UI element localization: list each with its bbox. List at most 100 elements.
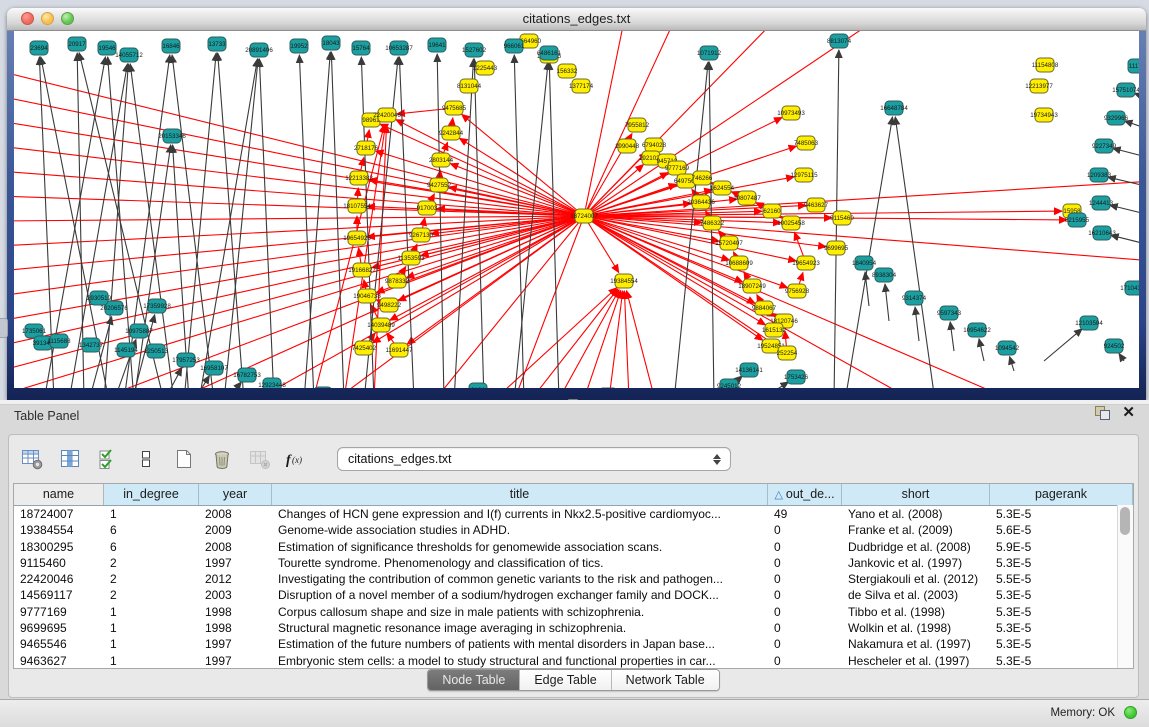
- network-node[interactable]: 9134: [469, 383, 487, 388]
- network-node[interactable]: 12103504: [1075, 316, 1103, 330]
- table-cell[interactable]: 2012: [199, 571, 272, 587]
- network-node[interactable]: 1840954: [852, 256, 877, 270]
- table-mode-icon[interactable]: [19, 446, 45, 472]
- close-panel-button[interactable]: ✕: [1122, 406, 1135, 420]
- network-node[interactable]: 18043: [322, 36, 340, 50]
- table-cell[interactable]: 9699695: [14, 620, 104, 636]
- table-cell[interactable]: Estimation of significance thresholds fo…: [272, 539, 768, 555]
- table-cell[interactable]: 2: [104, 587, 199, 603]
- window-titlebar[interactable]: citations_edges.txt: [7, 8, 1146, 31]
- table-cell[interactable]: Estimation of the future numbers of pati…: [272, 636, 768, 652]
- network-node[interactable]: 14055712: [115, 48, 143, 62]
- column-header-pagerank[interactable]: pagerank: [990, 484, 1133, 505]
- table-cell[interactable]: 2003: [199, 587, 272, 603]
- network-node[interactable]: 19166827: [348, 263, 376, 277]
- table-cell[interactable]: 6: [104, 522, 199, 538]
- edge-red[interactable]: [627, 291, 654, 388]
- table-cell[interactable]: 2: [104, 555, 199, 571]
- network-node[interactable]: 12923448: [258, 378, 286, 388]
- table-cell[interactable]: 5.3E-5: [990, 506, 1133, 522]
- table-cell[interactable]: 2008: [199, 506, 272, 522]
- table-cell[interactable]: 2009: [199, 522, 272, 538]
- show-column-icon[interactable]: [57, 446, 83, 472]
- edge-black[interactable]: [259, 59, 274, 388]
- table-cell[interactable]: Embryonic stem cells: a model to study s…: [272, 653, 768, 669]
- delete-column-icon[interactable]: [209, 446, 235, 472]
- network-node[interactable]: 62160: [763, 204, 781, 218]
- network-node[interactable]: 252254: [777, 346, 798, 360]
- table-cell[interactable]: 2008: [199, 539, 272, 555]
- network-node[interactable]: 1990448: [615, 139, 640, 153]
- network-node[interactable]: 9115460: [830, 211, 854, 225]
- table-cell[interactable]: 1997: [199, 555, 272, 571]
- column-header-short[interactable]: short: [842, 484, 990, 505]
- network-node[interactable]: 1094542: [995, 341, 1020, 355]
- network-node[interactable]: 9427552: [427, 178, 452, 192]
- edge-red[interactable]: [584, 31, 624, 216]
- network-node[interactable]: 23694: [30, 41, 48, 55]
- table-cell[interactable]: Jankovic et al. (1997): [842, 555, 990, 571]
- table-cell[interactable]: 5.3E-5: [990, 620, 1133, 636]
- edge-black[interactable]: [361, 57, 374, 388]
- edge-black[interactable]: [845, 117, 893, 388]
- network-node[interactable]: 11173: [1128, 59, 1139, 73]
- edge-black[interactable]: [299, 55, 314, 388]
- network-node[interactable]: 9878332: [385, 274, 410, 288]
- table-cell[interactable]: Tourette syndrome. Phenomenology and cla…: [272, 555, 768, 571]
- network-node[interactable]: 16958107: [200, 361, 228, 375]
- table-cell[interactable]: Genome-wide association studies in ADHD.: [272, 522, 768, 538]
- table-cell[interactable]: Hescheler et al. (1997): [842, 653, 990, 669]
- table-selector[interactable]: citations_edges.txt: [337, 447, 731, 471]
- table-cell[interactable]: 1: [104, 506, 199, 522]
- network-node[interactable]: 19046738: [353, 289, 381, 303]
- network-node[interactable]: 16210643: [1088, 226, 1116, 240]
- column-header-out_de[interactable]: △out_de...: [768, 484, 842, 505]
- column-header-name[interactable]: name: [14, 484, 104, 505]
- network-node[interactable]: 917003: [417, 201, 438, 215]
- edge-red[interactable]: [584, 31, 774, 216]
- table-cell[interactable]: 2: [104, 571, 199, 587]
- table-cell[interactable]: 9463627: [14, 653, 104, 669]
- table-cell[interactable]: Corpus callosum shape and size in male p…: [272, 604, 768, 620]
- minimize-button[interactable]: [41, 12, 54, 25]
- edge-black[interactable]: [124, 55, 170, 388]
- network-node[interactable]: 1342737: [79, 338, 104, 352]
- table-cell[interactable]: 14569117: [14, 587, 104, 603]
- table-cell[interactable]: 22420046: [14, 571, 104, 587]
- edge-black[interactable]: [865, 272, 869, 306]
- network-node[interactable]: 15764: [352, 41, 370, 55]
- table-cell[interactable]: de Silva et al. (2003): [842, 587, 990, 603]
- table-cell[interactable]: 0: [768, 522, 842, 538]
- edge-black[interactable]: [304, 52, 330, 388]
- network-node[interactable]: 19734943: [1030, 108, 1058, 122]
- network-node[interactable]: 18907249: [738, 279, 766, 293]
- edge-black[interactable]: [1044, 329, 1082, 361]
- network-node[interactable]: 19641: [428, 38, 446, 52]
- edge-red[interactable]: [14, 216, 584, 346]
- table-scrollbar[interactable]: [1117, 505, 1133, 669]
- close-button[interactable]: [21, 12, 34, 25]
- network-node[interactable]: 9267130: [409, 228, 434, 242]
- table-cell[interactable]: 6: [104, 539, 199, 555]
- edge-red[interactable]: [534, 289, 618, 388]
- tab-node-table[interactable]: Node Table: [428, 670, 520, 690]
- network-node[interactable]: 9475685: [442, 101, 467, 115]
- edge-red[interactable]: [584, 290, 621, 388]
- edge-black[interactable]: [1110, 205, 1139, 216]
- network-node[interactable]: 1244413: [1089, 196, 1114, 210]
- column-header-in_degree[interactable]: in_degree: [104, 484, 199, 505]
- table-cell[interactable]: Yano et al. (2008): [842, 506, 990, 522]
- network-node[interactable]: 7955812: [625, 118, 650, 132]
- table-cell[interactable]: 0: [768, 555, 842, 571]
- table-cell[interactable]: Nakamura et al. (1997): [842, 636, 990, 652]
- column-header-year[interactable]: year: [199, 484, 272, 505]
- edge-black[interactable]: [199, 59, 257, 388]
- table-cell[interactable]: 9465546: [14, 636, 104, 652]
- network-node[interactable]: 9884067: [752, 301, 777, 315]
- network-canvas[interactable]: 1872400798961224200462718176122133831810…: [14, 31, 1139, 388]
- table-cell[interactable]: Dudbridge et al. (2008): [842, 539, 990, 555]
- edge-red[interactable]: [421, 216, 584, 256]
- column-header-title[interactable]: title: [272, 484, 768, 505]
- table-row[interactable]: 969969511998Structural magnetic resonanc…: [14, 620, 1133, 636]
- network-node[interactable]: 6794028: [642, 138, 667, 152]
